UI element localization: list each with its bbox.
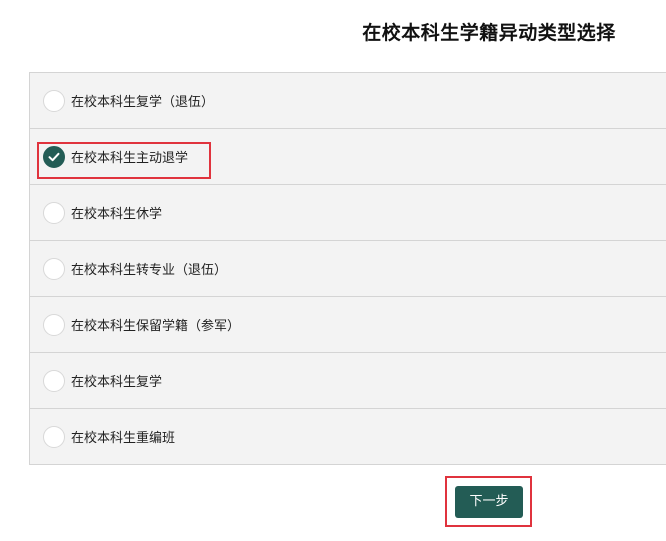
radio-unchecked-icon[interactable] <box>43 425 65 448</box>
option-change-major-veteran[interactable]: 在校本科生转专业（退伍） <box>30 241 666 297</box>
option-label: 在校本科生主动退学 <box>71 151 189 166</box>
option-label: 在校本科生复学（退伍） <box>71 95 215 110</box>
option-label: 在校本科生休学 <box>71 207 163 222</box>
option-reassign-class[interactable]: 在校本科生重编班 <box>30 409 666 465</box>
radio-unchecked-icon[interactable] <box>43 201 65 224</box>
page: 在校本科生学籍异动类型选择 在校本科生复学（退伍） 在校本科生主动退学 在校本科… <box>0 0 666 541</box>
option-reenroll-veteran[interactable]: 在校本科生复学（退伍） <box>30 73 666 129</box>
radio-unchecked-icon[interactable] <box>43 89 65 112</box>
option-retain-status-military[interactable]: 在校本科生保留学籍（参军） <box>30 297 666 353</box>
option-label: 在校本科生保留学籍（参军） <box>71 319 241 334</box>
option-label: 在校本科生重编班 <box>71 431 176 446</box>
option-label: 在校本科生转专业（退伍） <box>71 263 228 278</box>
option-label: 在校本科生复学 <box>71 375 163 390</box>
page-title: 在校本科生学籍异动类型选择 <box>362 22 616 44</box>
next-step-button[interactable]: 下一步 <box>455 486 523 518</box>
option-voluntary-withdrawal[interactable]: 在校本科生主动退学 <box>30 129 666 185</box>
checkmark-icon <box>48 152 60 161</box>
option-suspension[interactable]: 在校本科生休学 <box>30 185 666 241</box>
radio-unchecked-icon[interactable] <box>43 257 65 280</box>
next-button-highlight-box: 下一步 <box>445 476 532 527</box>
radio-unchecked-icon[interactable] <box>43 369 65 392</box>
change-type-options: 在校本科生复学（退伍） 在校本科生主动退学 在校本科生休学 在校本科生转专业（退… <box>29 72 666 465</box>
radio-checked-icon[interactable] <box>43 145 65 168</box>
option-reenroll[interactable]: 在校本科生复学 <box>30 353 666 409</box>
radio-unchecked-icon[interactable] <box>43 313 65 336</box>
